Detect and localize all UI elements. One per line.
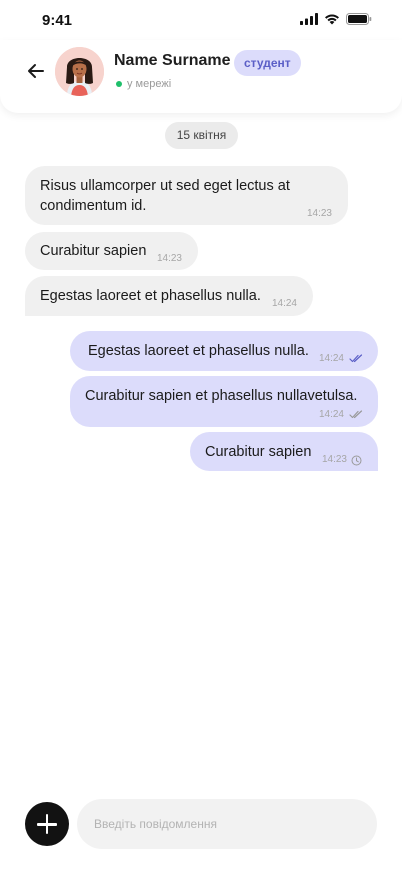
avatar[interactable]: [55, 47, 104, 96]
message-input[interactable]: [77, 799, 377, 849]
message-text: Risus ullamcorper ut sed eget lectus at …: [40, 178, 290, 214]
status-icons: [300, 13, 372, 25]
message-text: Egestas laoreet et phasellus nulla.: [40, 288, 261, 304]
message-time: 14:23: [156, 253, 182, 264]
add-attachment-button[interactable]: [25, 802, 69, 846]
online-status: у мережі: [116, 78, 171, 90]
message-bubble-incoming[interactable]: Egestas laoreet et phasellus nulla. 14:2…: [25, 276, 313, 316]
role-badge: студент: [234, 50, 301, 76]
back-button[interactable]: [24, 59, 48, 83]
chat-header: Name Surname студент у мережі: [0, 40, 402, 113]
message-time: 14:24: [318, 409, 344, 420]
status-bar: 9:41: [0, 0, 402, 40]
battery-icon: [346, 13, 372, 25]
status-time: 9:41: [42, 12, 73, 29]
message-text: Curabitur sapien: [40, 243, 147, 259]
contact-name[interactable]: Name Surname: [114, 52, 231, 70]
message-bubble-outgoing[interactable]: Curabitur sapien et phasellus nullavetul…: [70, 376, 378, 427]
message-text: Curabitur sapien: [205, 444, 312, 460]
cellular-signal-icon: [300, 13, 318, 25]
message-bubble-outgoing[interactable]: Egestas laoreet et phasellus nulla. 14:2…: [70, 331, 378, 371]
clock-pending-icon: [351, 455, 362, 466]
message-text: Curabitur sapien et phasellus nullavetul…: [85, 388, 358, 404]
online-dot-icon: [116, 81, 122, 87]
date-separator: 15 квітня: [165, 122, 238, 149]
message-bubble-incoming[interactable]: Curabitur sapien 14:23: [25, 232, 198, 270]
message-bubble-incoming[interactable]: Risus ullamcorper ut sed eget lectus at …: [25, 166, 348, 225]
message-time: 14:24: [318, 353, 344, 364]
arrow-left-icon: [28, 64, 44, 78]
message-time: 14:23: [321, 454, 347, 465]
user-avatar-illustration: [55, 47, 104, 96]
double-check-read-icon: [349, 354, 363, 363]
message-time: 14:24: [271, 298, 297, 309]
message-text: Egestas laoreet et phasellus nulla.: [88, 343, 309, 359]
wifi-icon: [325, 14, 339, 25]
online-status-text: у мережі: [127, 78, 172, 90]
double-check-delivered-icon: [349, 410, 363, 419]
message-bubble-outgoing[interactable]: Curabitur sapien 14:23: [190, 432, 378, 471]
message-time: 14:23: [306, 208, 332, 219]
